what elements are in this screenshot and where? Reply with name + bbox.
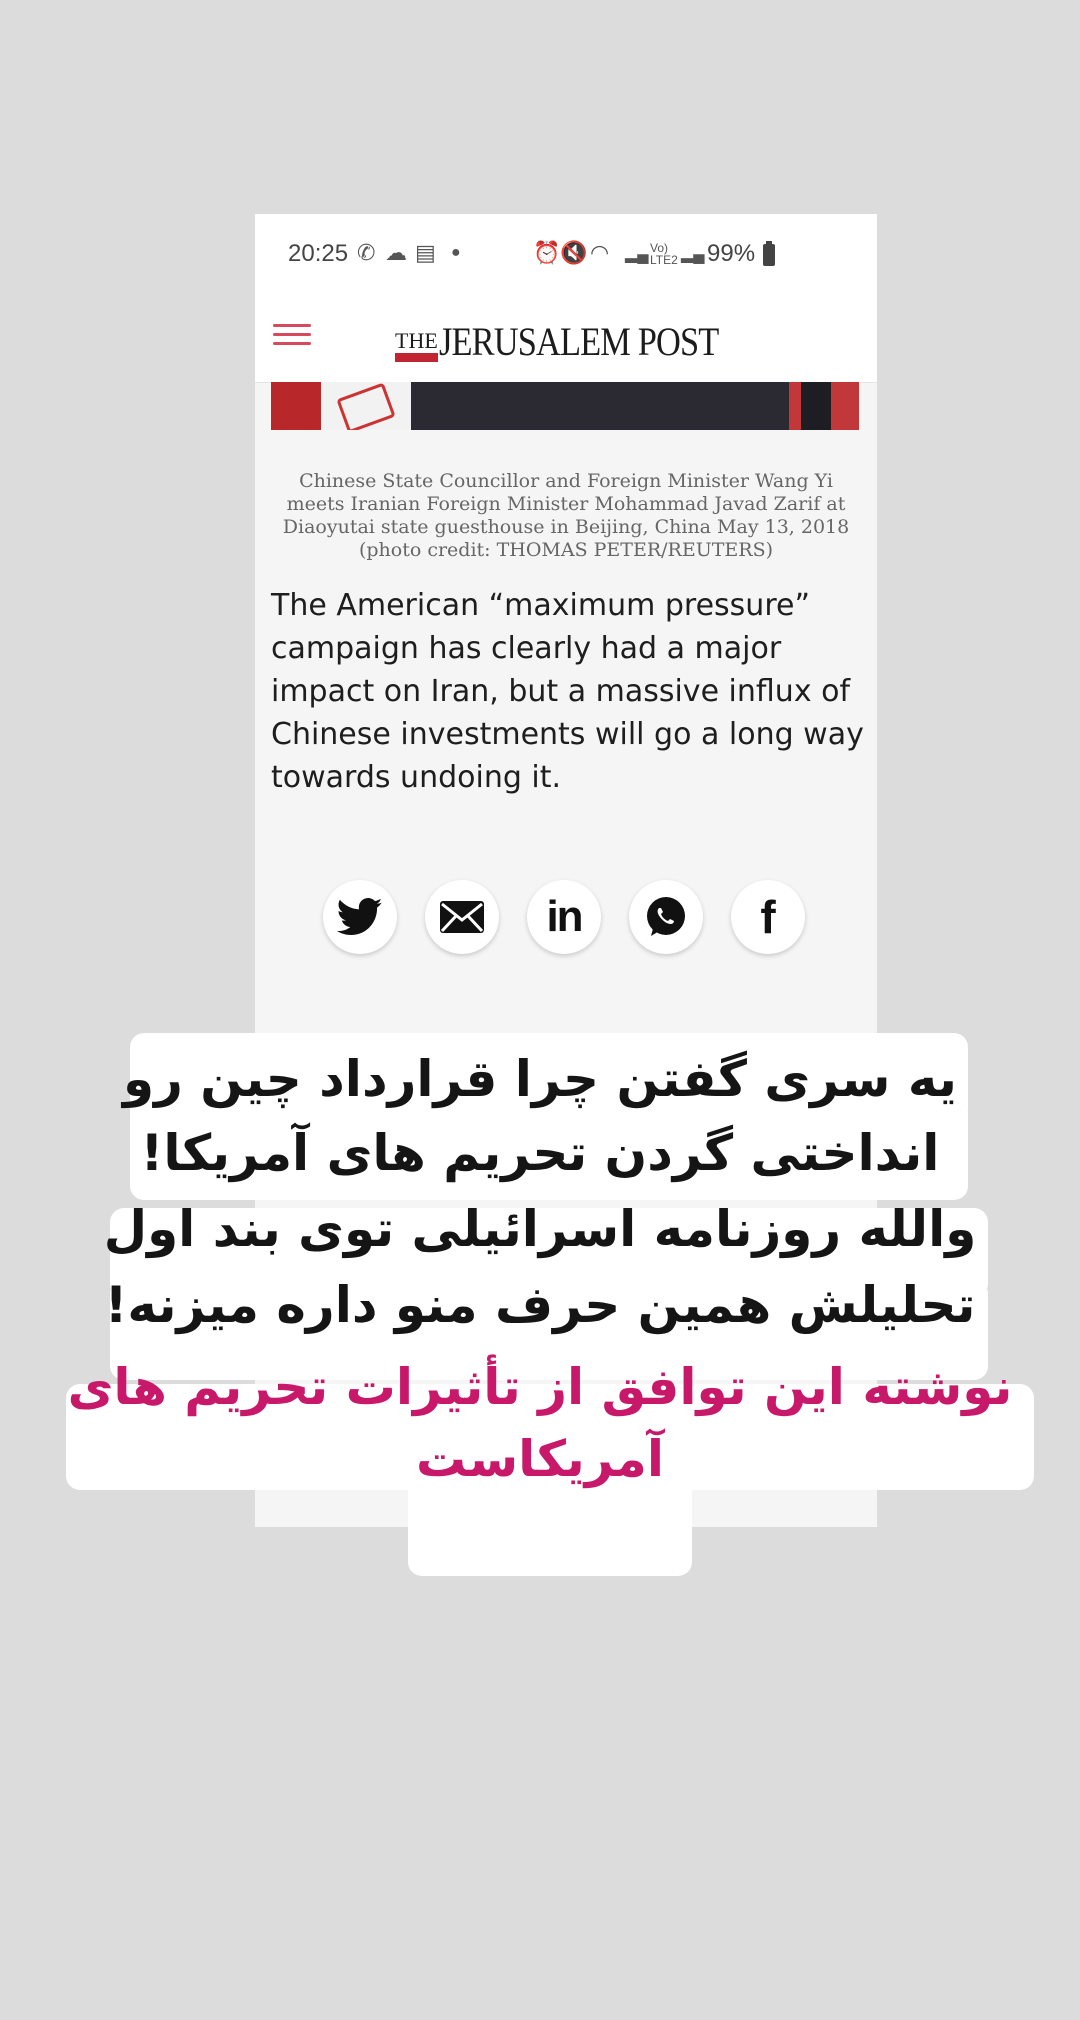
overlay-text-line: تحلیلش همین حرف منو داره میزنه! (104, 1276, 976, 1334)
twitter-share-button[interactable] (323, 880, 397, 954)
overlay-text-line: یه سری گفتن چرا قرارداد چین رو (123, 1050, 957, 1108)
mute-icon: 🔇 (560, 240, 588, 265)
battery-percent: 99% (707, 240, 756, 267)
status-bar: 20:25 ✆ ☁ ▤ ● ⏰ 🔇 ◠ ▂▄ Vo) LTE2 ▂▄ 99% (255, 214, 877, 300)
overlay-highlight-line: آمریکاست (416, 1430, 664, 1488)
linkedin-share-button[interactable]: in (527, 880, 601, 954)
flag-white-stripe (321, 382, 411, 430)
site-logo[interactable]: THE JERUSALEM POST (395, 314, 764, 364)
wifi-icon: ◠ (590, 240, 610, 265)
overlay-text-line: والله روزنامه اسرائیلی توی بند اول (103, 1200, 977, 1258)
photo-caption: Chinese State Councillor and Foreign Min… (282, 470, 850, 561)
alarm-icon: ⏰ (533, 240, 561, 265)
whatsapp-share-button[interactable] (629, 880, 703, 954)
facebook-icon: f (760, 891, 776, 943)
calendar-icon: ▤ (415, 240, 436, 265)
overlay-highlight-line: نوشته این توافق از تأثیرات تحریم های (67, 1358, 1013, 1416)
twitter-icon (337, 898, 383, 936)
email-icon (440, 901, 484, 933)
whatsapp-icon (647, 897, 685, 936)
share-row: in f (323, 880, 805, 954)
signal-icon: ▂▄ (625, 246, 649, 263)
flag-red-stripe (271, 382, 321, 430)
volte-icon: Vo) LTE2 (650, 241, 678, 267)
whatsapp-icon: ✆ (357, 240, 376, 265)
article-lead: The American “maximum pressure” campaign… (271, 588, 864, 795)
signal-icon: ▂▄ (681, 246, 705, 263)
cloud-icon: ☁ (385, 240, 407, 265)
logo-the: THE (395, 328, 438, 364)
photo-right-dark (801, 382, 831, 430)
battery-icon (763, 241, 775, 266)
linkedin-icon: in (546, 892, 583, 941)
overlay-text-line: انداختی گردن تحریم های آمریکا! (140, 1124, 940, 1182)
status-time: 20:25 (288, 240, 349, 267)
facebook-share-button[interactable]: f (731, 880, 805, 954)
dot-icon: ● (451, 244, 461, 261)
menu-icon[interactable] (273, 318, 311, 356)
article-photo (271, 382, 859, 430)
email-share-button[interactable] (425, 880, 499, 954)
logo-title: JERUSALEM POST (438, 319, 719, 364)
app-header: THE JERUSALEM POST (255, 300, 877, 383)
